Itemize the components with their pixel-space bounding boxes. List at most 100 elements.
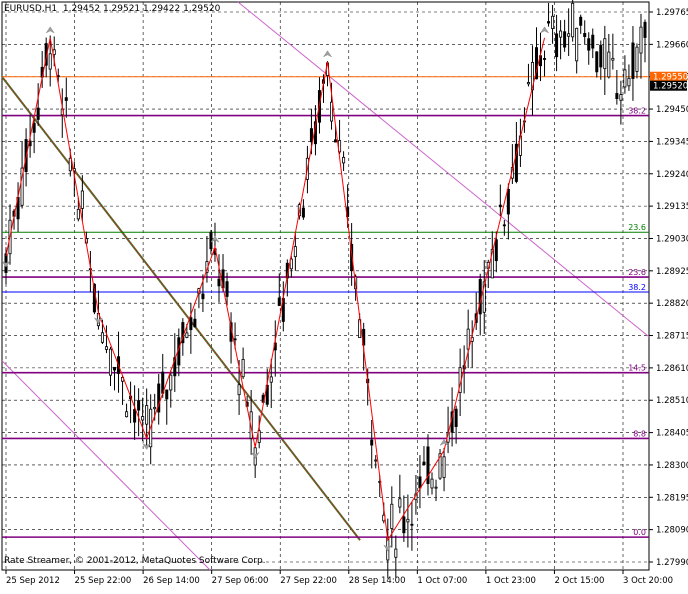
x-tick-label: 27 Sep 06:00 [212,576,269,586]
y-tick-label: 1.28610 [656,364,688,374]
candle-body [36,107,40,120]
candle-body [607,51,611,78]
candle-body [591,34,595,49]
candle-body [526,82,530,85]
ohlc-values: 1.29452 1.29521 1.29422 1.29520 [62,4,221,14]
candle-body [567,33,571,37]
symbol-label: EURUSD,H1 [4,4,58,14]
candle-body [611,57,615,61]
candle-body [169,374,173,391]
candle-body [599,44,603,68]
level-label: 38.2 [628,283,646,292]
chart-header: EURUSD,H1 1.29452 1.29521 1.29422 1.2952… [4,4,220,14]
candle-body [390,503,394,529]
candle-body [309,128,313,143]
price-label-text: 1.29520 [653,82,688,92]
candle-body [627,77,631,87]
candle-body [185,332,189,338]
candle-body [104,346,108,350]
candle-body [80,190,84,209]
y-tick-label: 1.28300 [656,461,688,471]
y-tick-label: 1.28715 [656,332,688,342]
candle-body [555,33,559,58]
candle-body [502,224,506,227]
candle-body [398,498,402,508]
y-tick-label: 1.29660 [656,40,688,50]
candle-body [551,15,555,29]
level-label: 0.0 [633,528,646,537]
candle-body [241,359,245,378]
x-tick-label: 25 Sep 22:00 [75,576,132,586]
candle-body [639,26,643,54]
y-tick-label: 1.28820 [656,299,688,309]
y-tick-label: 1.28925 [656,267,688,277]
candle-body [225,281,229,297]
candle-body [595,51,599,73]
candle-body [619,94,623,101]
y-tick-label: 1.29240 [656,170,688,180]
candle-body [635,46,639,72]
candle-body [108,348,113,376]
candle-body [48,53,52,70]
candle-body [406,518,410,523]
candle-body [277,297,281,306]
candle-body [442,456,446,478]
candle-body [615,93,619,99]
y-tick-label: 1.28405 [656,429,688,439]
candle-body [165,389,169,400]
candle-body [68,157,72,172]
x-tick-label: 2 Oct 15:00 [554,576,604,586]
candle-body [32,122,36,133]
candle-body [418,476,422,489]
candle-body [623,69,627,88]
level-label: 8.8 [633,429,646,438]
candle-body [498,204,502,208]
candlestick-chart: 25 Sep 2012 25 Sep 22:00 26 Sep 14:00 27 Se… [1,0,688,586]
candle-body [563,31,567,48]
candle-body [342,156,346,164]
candle-body [494,239,498,262]
candle-body [643,21,647,38]
candle-body [269,376,273,383]
y-tick-label: 1.27990 [656,558,688,568]
candle-body [145,405,149,425]
candle-body [575,27,579,62]
y-tick-label: 1.28195 [656,493,688,503]
candle-body [193,318,197,328]
candle-body [454,408,458,427]
candle-body [189,317,193,331]
candle-body [370,439,374,446]
level-label: 23.6 [628,223,646,232]
candle-body [571,2,575,38]
candle-body [434,486,438,489]
level-label: 38.2 [628,107,646,116]
candle-body [579,16,583,26]
y-tick-label: 1.29345 [656,137,688,147]
candle-body [64,97,68,101]
candle-body [631,42,635,79]
candle-body [137,400,141,411]
y-tick-label: 1.29135 [656,202,688,212]
candle-body [547,21,551,24]
candle-body [217,278,221,287]
candle-body [125,411,129,418]
candle-body [112,366,117,371]
candle-body [402,516,406,534]
candle-body [201,293,205,300]
level-label: 14.5 [628,364,646,373]
y-tick-label: 1.28090 [656,526,688,536]
candle-body [100,332,104,343]
level-label: 23.6 [628,268,646,277]
candle-body [559,30,563,38]
candle-body [430,478,434,489]
candle-body [153,406,157,410]
y-tick-label: 1.29765 [656,8,688,18]
footer-credit: Rate Streamer, © 2001-2012, MetaQuotes S… [4,556,266,566]
candle-body [133,409,137,423]
x-tick-label: 1 Oct 07:00 [417,576,467,586]
candle-body [410,523,414,526]
candle-body [583,33,587,37]
candle-body [334,139,338,143]
candle-body [330,101,334,122]
candle-body [422,461,426,466]
